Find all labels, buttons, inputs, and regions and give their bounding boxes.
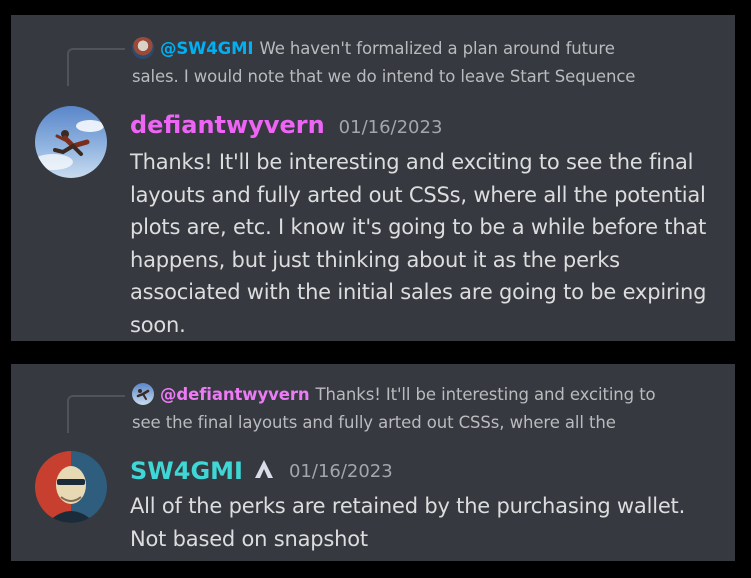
message-content: Thanks! It'll be interesting and excitin… <box>130 146 706 341</box>
message-header: defiantwyvern 01/16/2023 <box>130 111 442 139</box>
reply-text-line1: Thanks! It'll be interesting and excitin… <box>315 385 656 404</box>
reply-text-line2: sales. I would note that we do intend to… <box>132 67 636 86</box>
reply-connector <box>67 48 125 86</box>
reply-preview[interactable]: @defiantwyvern Thanks! It'll be interesti… <box>132 381 656 437</box>
reply-text-line1: We haven't formalized a plan around futu… <box>259 39 615 58</box>
message-line: Thanks! It'll be interesting and excitin… <box>130 150 694 174</box>
role-badge-icon[interactable] <box>253 458 275 484</box>
reply-preview[interactable]: @SW4GMI We haven't formalized a plan arou… <box>132 35 635 91</box>
username[interactable]: defiantwyvern <box>130 111 325 139</box>
jumping-person-icon <box>136 389 150 400</box>
message-line: associated with the initial sales are go… <box>130 280 707 304</box>
message-card: @SW4GMI We haven't formalized a plan arou… <box>11 15 735 341</box>
message-line: plots are, etc. I know it's going to be … <box>130 215 707 239</box>
user-avatar[interactable] <box>35 451 107 523</box>
message-header: SW4GMI 01/16/2023 <box>130 457 393 485</box>
portrait-icon <box>35 451 107 523</box>
message-line: happens, but just thinking about it as t… <box>130 247 620 272</box>
replied-user-avatar <box>132 37 154 59</box>
timestamp[interactable]: 01/16/2023 <box>289 461 393 482</box>
username[interactable]: SW4GMI <box>130 457 243 485</box>
reply-text-line2: see the final layouts and fully arted ou… <box>132 413 616 432</box>
message-line: All of the perks are retained by the pur… <box>130 494 686 518</box>
reply-connector <box>67 395 125 433</box>
message-line: Not based on snapshot <box>130 526 368 551</box>
timestamp[interactable]: 01/16/2023 <box>339 117 443 138</box>
jumping-person-icon <box>35 120 104 170</box>
user-avatar[interactable] <box>35 106 107 178</box>
replied-user-avatar <box>132 383 154 405</box>
reply-mention[interactable]: @SW4GMI <box>160 39 254 58</box>
reply-mention[interactable]: @defiantwyvern <box>160 385 310 404</box>
message-line: soon. <box>130 312 186 337</box>
message-card: @defiantwyvern Thanks! It'll be interesti… <box>11 364 735 561</box>
message-line: layouts and fully arted out CSSs, where … <box>130 182 706 207</box>
message-content: All of the perks are retained by the pur… <box>130 490 685 555</box>
